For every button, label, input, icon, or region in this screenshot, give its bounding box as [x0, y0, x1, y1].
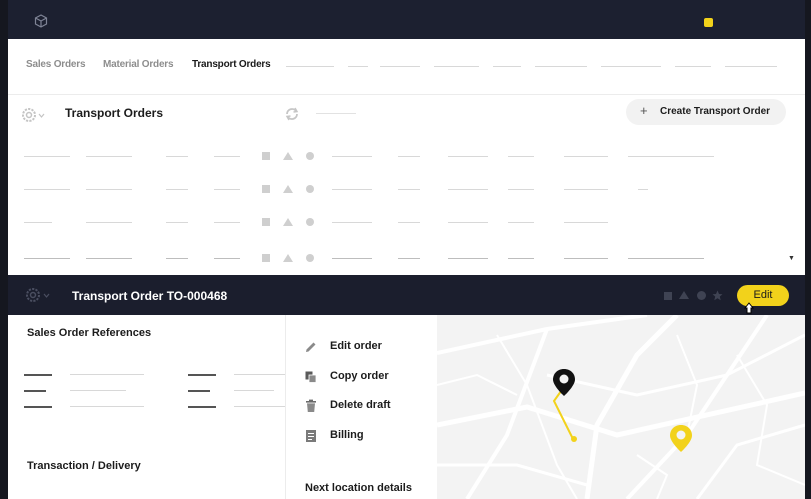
triangle-icon	[283, 218, 293, 226]
transport-orders-window: Sales Orders Material Orders Transport O…	[8, 39, 805, 275]
map-streets	[437, 315, 805, 499]
destination-pin-icon[interactable]	[668, 424, 694, 454]
scroll-down-icon[interactable]: ▼	[788, 255, 795, 262]
tab-material-orders[interactable]: Material Orders	[103, 59, 174, 70]
gear-icon[interactable]	[20, 106, 46, 124]
create-transport-order-button[interactable]: + Create Transport Order	[626, 99, 786, 125]
app-top-bar	[8, 0, 805, 39]
circle-icon	[306, 218, 314, 226]
placeholder-line	[70, 374, 144, 375]
route-map[interactable]	[437, 315, 805, 499]
gear-icon[interactable]	[24, 286, 52, 304]
star-icon	[712, 290, 723, 301]
triangle-icon	[283, 185, 293, 193]
placeholder-line	[188, 390, 210, 392]
tab-placeholder[interactable]	[434, 66, 479, 67]
circle-icon	[306, 254, 314, 262]
tab-placeholder[interactable]	[493, 66, 521, 67]
notification-indicator-icon[interactable]	[704, 18, 713, 27]
placeholder-line	[24, 390, 46, 392]
next-location-title: Next location details	[305, 482, 412, 494]
plus-icon: +	[640, 103, 648, 118]
circle-icon	[306, 185, 314, 193]
tab-placeholder[interactable]	[380, 66, 420, 67]
triangle-icon	[679, 291, 689, 299]
menu-item-label: Copy order	[330, 370, 389, 382]
menu-item-label: Edit order	[330, 340, 382, 352]
cube-logo-icon[interactable]	[34, 14, 48, 28]
route-end-dot	[571, 436, 577, 442]
tab-placeholder[interactable]	[348, 66, 368, 67]
placeholder-line	[24, 406, 52, 408]
placeholder-line	[188, 374, 216, 376]
circle-icon	[306, 152, 314, 160]
triangle-icon	[283, 254, 293, 262]
pencil-icon	[306, 342, 316, 352]
list-title: Transport Orders	[65, 106, 164, 120]
location-pin-icon[interactable]	[551, 368, 577, 398]
menu-item-edit-order[interactable]: Edit order	[304, 338, 429, 358]
tab-sales-orders[interactable]: Sales Orders	[26, 59, 86, 70]
trash-icon	[306, 399, 316, 412]
tab-placeholder[interactable]	[535, 66, 587, 67]
placeholder-line	[70, 406, 144, 407]
placeholder-line	[234, 374, 285, 375]
copy-icon	[305, 371, 317, 383]
placeholder-line	[70, 390, 126, 391]
order-actions-menu: Edit order Copy order Delete draft Billi…	[285, 315, 438, 499]
tab-placeholder[interactable]	[675, 66, 711, 67]
create-transport-order-label: Create Transport Order	[660, 106, 771, 117]
square-icon	[262, 218, 270, 226]
placeholder-line	[188, 406, 216, 408]
billing-icon	[306, 430, 316, 442]
tab-placeholder[interactable]	[601, 66, 661, 67]
placeholder-line	[24, 374, 52, 376]
square-icon	[262, 185, 270, 193]
tab-placeholder[interactable]	[725, 66, 777, 67]
menu-item-delete-draft[interactable]: Delete draft	[304, 397, 429, 417]
menu-item-billing[interactable]: Billing	[304, 427, 429, 447]
placeholder-line	[234, 406, 285, 407]
menu-item-label: Billing	[330, 429, 364, 441]
square-icon	[664, 292, 672, 300]
edit-button-label: Edit	[753, 289, 773, 301]
detail-header-bar: Transport Order TO-000468 Edit	[8, 275, 805, 315]
tab-placeholder[interactable]	[286, 66, 334, 67]
sales-order-references-panel: Sales Order References Transaction / Del…	[8, 315, 285, 499]
circle-icon	[697, 291, 706, 300]
pagination-placeholder[interactable]	[316, 113, 356, 114]
tab-transport-orders[interactable]: Transport Orders	[192, 59, 271, 70]
square-icon	[262, 152, 270, 160]
triangle-icon	[283, 152, 293, 160]
menu-item-copy-order[interactable]: Copy order	[304, 368, 429, 388]
section-title: Transaction / Delivery	[27, 460, 141, 472]
detail-title: Transport Order TO-000468	[72, 289, 228, 303]
placeholder-line	[234, 390, 274, 391]
section-title: Sales Order References	[27, 327, 152, 339]
menu-item-label: Delete draft	[330, 399, 391, 411]
square-icon	[262, 254, 270, 262]
refresh-icon[interactable]	[283, 106, 301, 122]
divider	[8, 94, 805, 95]
